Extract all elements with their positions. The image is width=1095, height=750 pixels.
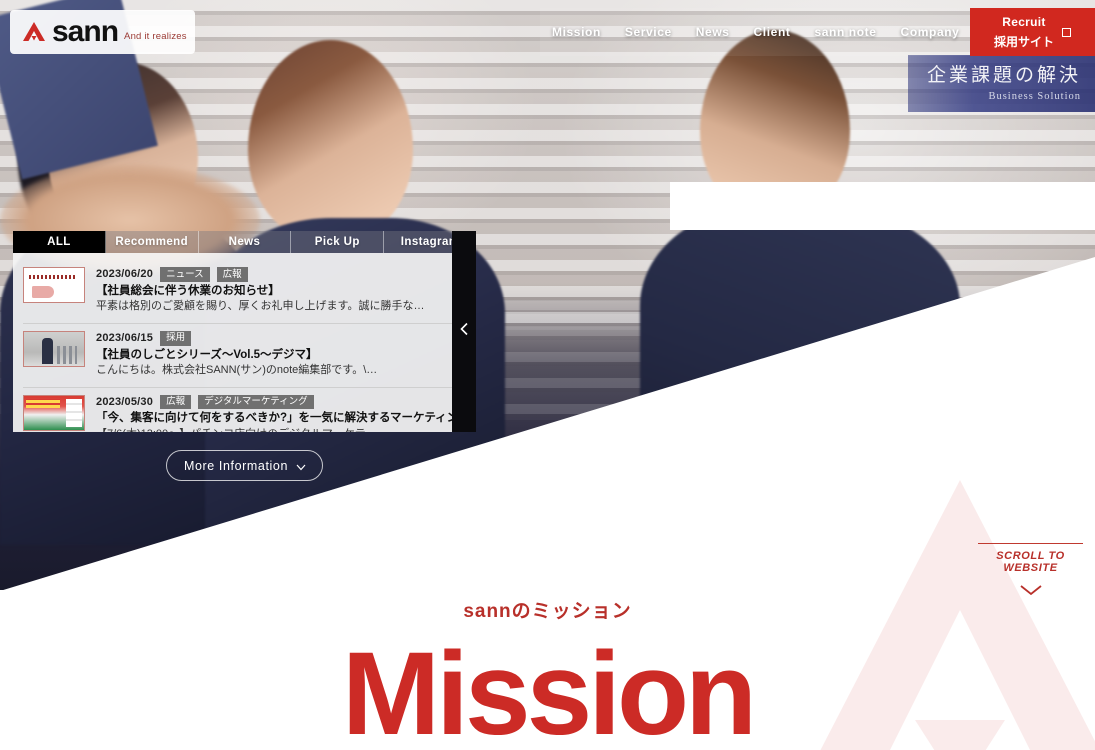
news-category-badge: 広報	[160, 394, 192, 410]
news-item-text: 2023/05/30 広報 デジタルマーケティング 「今、集客に向けて何をするべ…	[96, 394, 466, 432]
video-playback-controls: REPLAY SKIP	[478, 461, 629, 479]
hero-caption-banner: 企業課題の解決 Business Solution	[908, 55, 1095, 112]
site-logo[interactable]: sann And it realizes	[10, 10, 195, 54]
news-list-item[interactable]: 2023/06/15 採用 【社員のしごとシリーズ〜Vol.5〜デジマ】 こんに…	[23, 324, 466, 388]
news-thumbnail-image	[23, 330, 85, 367]
news-item-date: 2023/06/20	[96, 268, 154, 281]
news-category-badge: 採用	[160, 330, 192, 346]
news-category-badge: 広報	[216, 267, 248, 282]
chevron-left-icon	[459, 322, 470, 341]
logo-wordmark: sann	[52, 15, 119, 48]
sann-triangle-logo-icon	[22, 21, 46, 43]
replay-label: REPLAY	[498, 463, 553, 478]
mission-section: sannのミッション Mission	[0, 596, 1095, 750]
chevron-down-icon	[296, 461, 306, 471]
hero-caption-ja: 企業課題の解決	[926, 65, 1081, 87]
news-item-title: 「今、集客に向けて何をするべきか?」を一気に解決するマーケティング大全です。	[96, 412, 466, 425]
skip-label: SKIP	[595, 463, 629, 478]
logo-tagline: And it realizes	[124, 30, 187, 42]
news-item-date: 2023/05/30	[96, 396, 154, 408]
news-item-description: こんにちは。株式会社SANN(サン)のnote編集部です。\…	[96, 364, 378, 377]
nav-item-mission[interactable]: Mission	[540, 8, 613, 56]
skip-button[interactable]: SKIP	[577, 463, 629, 478]
news-item-title: 【社員総会に伴う休業のお知らせ】	[96, 284, 280, 297]
news-item-meta: 2023/06/15 採用	[96, 330, 466, 346]
news-tab-recommend[interactable]: Recommend	[105, 231, 199, 253]
external-link-icon	[1062, 27, 1071, 37]
replay-icon	[478, 461, 492, 479]
news-tab-all[interactable]: ALL	[13, 231, 106, 253]
homepage: 企業課題の解決 Business Solution sann And it re…	[0, 0, 1095, 750]
main-navigation: Mission Service News Client sann note Co…	[540, 8, 1045, 56]
news-item-title: 【社員のしごとシリーズ〜Vol.5〜デジマ】	[96, 348, 318, 361]
video-animation-block	[670, 182, 1095, 230]
recruit-button-labels: Recruit 採用サイト	[994, 12, 1054, 52]
nav-item-company[interactable]: Company	[889, 8, 972, 56]
nav-item-news[interactable]: News	[684, 8, 742, 56]
nav-item-service[interactable]: Service	[613, 8, 684, 56]
news-item-text: 2023/06/15 採用 【社員のしごとシリーズ〜Vol.5〜デジマ】 こんに…	[96, 330, 466, 379]
recruit-label-en: Recruit	[1002, 15, 1046, 29]
news-item-date: 2023/06/15	[96, 332, 154, 345]
news-list-item[interactable]: 2023/06/20 ニュース 広報 【社員総会に伴う休業のお知らせ】 平素は格…	[23, 260, 466, 324]
scroll-cue-divider	[978, 543, 1083, 544]
mission-title: Mission	[341, 628, 757, 750]
news-prev-button[interactable]	[452, 231, 476, 432]
news-item-meta: 2023/05/30 広報 デジタルマーケティング	[96, 394, 466, 410]
news-item-meta: 2023/06/20 ニュース 広報	[96, 267, 466, 282]
skip-forward-icon	[577, 463, 590, 478]
nav-item-sann-note[interactable]: sann note	[802, 8, 888, 56]
news-item-description: 平素は格別のご愛顧を賜り、厚くお礼申し上げます。誠に勝手な…	[96, 300, 425, 313]
replay-button[interactable]: REPLAY	[478, 461, 553, 479]
news-tab-bar: ALL Recommend News Pick Up Instagram	[13, 231, 476, 253]
news-thumbnail-image	[23, 267, 85, 303]
news-category-badge: ニュース	[160, 267, 210, 282]
news-category-badge: デジタルマーケティング	[198, 394, 314, 410]
news-tab-news[interactable]: News	[198, 231, 292, 253]
recruit-site-button[interactable]: Recruit 採用サイト	[970, 8, 1095, 56]
mission-subtitle: sannのミッション	[463, 601, 632, 622]
news-list: 2023/06/20 ニュース 広報 【社員総会に伴う休業のお知らせ】 平素は格…	[13, 253, 476, 432]
news-item-description: 【7/6(木)13:00〜】パチンコ店向けのデジタルマーケテ…	[96, 427, 466, 432]
recruit-label-ja: 採用サイト	[993, 35, 1054, 49]
hero-caption-en: Business Solution	[988, 90, 1081, 102]
news-thumbnail-image	[23, 394, 85, 431]
news-tab-pick-up[interactable]: Pick Up	[291, 231, 385, 253]
more-information-label: More Information	[183, 458, 289, 473]
nav-item-client[interactable]: Client	[742, 8, 803, 56]
news-list-item[interactable]: 2023/05/30 広報 デジタルマーケティング 「今、集客に向けて何をするべ…	[23, 388, 466, 432]
scroll-to-website-cue[interactable]: SCROLL TO WEBSITE	[978, 543, 1083, 601]
more-information-button[interactable]: More Information	[166, 450, 323, 481]
scroll-cue-label: SCROLL TO WEBSITE	[996, 550, 1065, 574]
news-carousel-panel: ALL Recommend News Pick Up Instagram 202…	[13, 231, 476, 432]
news-item-text: 2023/06/20 ニュース 広報 【社員総会に伴う休業のお知らせ】 平素は格…	[96, 267, 466, 315]
